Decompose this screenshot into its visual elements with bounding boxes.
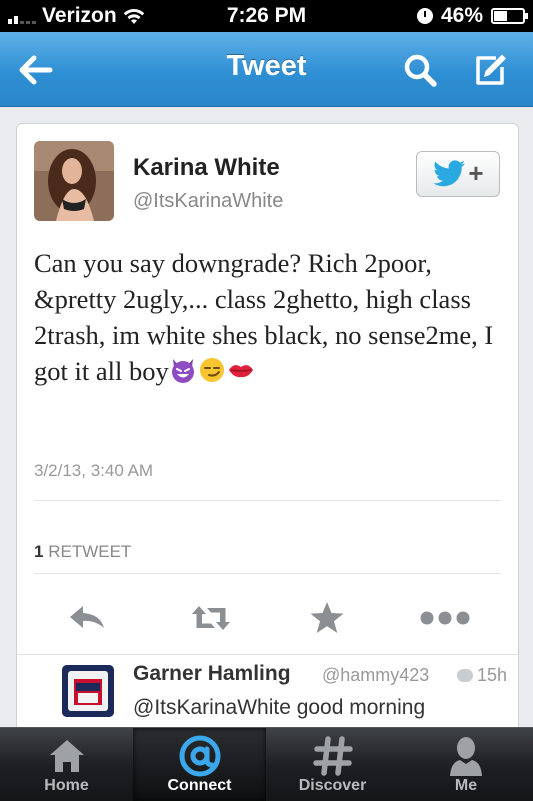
smirk-emoji — [199, 358, 224, 382]
reply-icon — [70, 606, 104, 628]
clock-icon — [416, 8, 433, 24]
divider — [34, 500, 501, 501]
retweet-count: 1 — [34, 542, 44, 561]
reply-author-name[interactable]: Garner Hamling — [133, 662, 291, 686]
search-icon[interactable] — [400, 50, 440, 90]
retweet-count-row[interactable]: 1 RETWEET — [34, 542, 131, 562]
tweet-detail-content: Karina White @ItsKarinaWhite + Can you s… — [0, 107, 533, 765]
tweet-card: Karina White @ItsKarinaWhite + Can you s… — [16, 123, 519, 765]
retweet-icon — [192, 606, 230, 630]
more-icon — [420, 611, 470, 625]
author-avatar[interactable] — [34, 141, 114, 221]
battery-percent: 46% — [440, 4, 483, 27]
compose-icon[interactable] — [470, 50, 510, 90]
favorite-button[interactable] — [305, 598, 349, 638]
retweet-button[interactable] — [189, 598, 233, 638]
more-button[interactable] — [415, 598, 475, 638]
tab-home[interactable]: Home — [0, 728, 133, 801]
follow-plus-icon: + — [468, 157, 484, 188]
favorite-star-icon — [310, 602, 344, 633]
tweet-actions — [17, 584, 518, 654]
divider — [34, 573, 501, 574]
conversation-bubble-icon — [457, 669, 473, 682]
smiling-devil-emoji — [171, 359, 194, 383]
tweet-text: Can you say downgrade? Rich 2poor, &pret… — [34, 245, 504, 389]
person-icon — [444, 734, 488, 778]
battery-icon — [491, 8, 528, 24]
reply-author-handle[interactable]: @hammy423 — [322, 665, 429, 686]
tab-discover[interactable]: Discover — [266, 728, 399, 801]
retweet-label: RETWEET — [48, 542, 132, 561]
tab-connect-label: Connect — [167, 777, 232, 794]
divider — [17, 654, 518, 655]
kiss-lips-emoji — [228, 365, 253, 378]
tab-home-label: Home — [44, 777, 89, 794]
author-handle[interactable]: @ItsKarinaWhite — [133, 190, 283, 213]
reply-timestamp: 15h — [457, 665, 507, 686]
nav-bar: Tweet — [0, 32, 533, 107]
reply-text[interactable]: @ItsKarinaWhite good morning — [133, 696, 425, 720]
reply-avatar[interactable] — [62, 665, 114, 717]
status-bar: Verizon 7:26 PM 46% — [0, 0, 533, 32]
follow-button[interactable]: + — [416, 151, 500, 197]
tab-me[interactable]: Me — [399, 728, 533, 801]
tab-bar: Home Connect Discover Me — [0, 727, 533, 801]
tab-discover-label: Discover — [298, 777, 367, 794]
tab-me-label: Me — [454, 777, 478, 794]
at-sign-icon — [178, 734, 222, 778]
reply-button[interactable] — [65, 598, 109, 638]
twitter-bird-icon — [433, 160, 466, 187]
page-title: Tweet — [226, 50, 307, 82]
hashtag-icon — [311, 734, 355, 778]
reply-time-text: 15h — [477, 665, 508, 685]
status-right: 46% — [416, 4, 528, 28]
tweet-body: Can you say downgrade? Rich 2poor, &pret… — [34, 248, 494, 386]
home-icon — [45, 734, 89, 778]
tab-connect[interactable]: Connect — [133, 728, 266, 801]
author-name[interactable]: Karina White — [133, 154, 280, 182]
tweet-timestamp: 3/2/13, 3:40 AM — [34, 461, 154, 480]
